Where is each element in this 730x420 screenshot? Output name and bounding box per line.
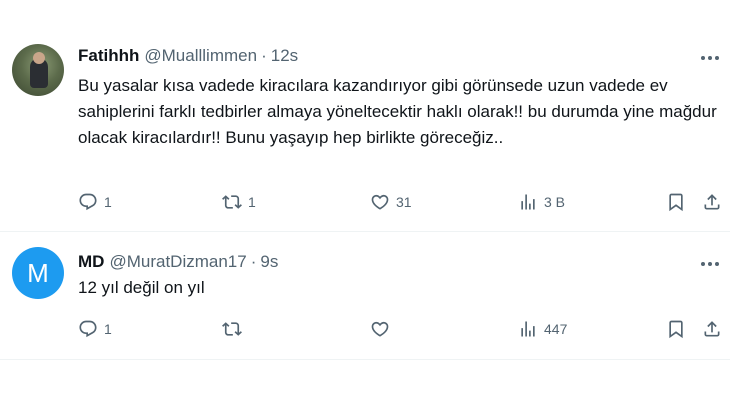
retweet-button[interactable]: 1 [222,192,256,212]
tweet-header: MD @MuratDizman17 · 9s [78,252,278,272]
tweet[interactable]: Fatihhh @Mualllimmen · 12s Bu yasalar kı… [0,0,730,232]
retweet-count: 1 [248,194,256,210]
avatar-head [33,52,45,64]
action-bar: 1 447 [78,319,730,343]
like-button[interactable]: 31 [370,192,412,212]
views-button[interactable]: 3 B [518,192,565,212]
reply-icon [79,193,97,211]
share-button[interactable] [702,319,722,339]
share-icon [704,194,720,210]
author-name[interactable]: Fatihhh [78,46,139,66]
views-icon [521,321,535,337]
separator-dot: · [250,252,257,271]
reply-count: 1 [104,194,112,210]
author-handle[interactable]: @MuratDizman17 [109,252,246,272]
tweet-text: 12 yıl değil on yıl [78,278,205,297]
like-button[interactable] [370,319,396,339]
like-icon [371,321,389,337]
author-name[interactable]: MD [78,252,104,272]
bookmark-button[interactable] [666,192,686,212]
retweet-button[interactable] [222,319,248,339]
timestamp[interactable]: 9s [260,252,278,272]
tweet-text: Bu yasalar kısa vadede kiracılara kazand… [78,76,717,147]
author-handle[interactable]: @Mualllimmen [144,46,257,66]
bookmark-icon [669,193,683,212]
avatar[interactable] [12,44,64,96]
share-icon [704,321,720,337]
action-bar: 1 1 31 3 B [78,192,730,216]
avatar[interactable]: M [12,247,64,299]
view-count: 3 B [544,194,566,210]
more-icon[interactable] [698,48,722,68]
reply-icon [79,320,97,338]
like-count: 31 [396,194,412,210]
timestamp[interactable]: 12s [271,46,298,66]
reply-count: 1 [104,321,112,337]
view-count: 447 [544,321,568,337]
like-icon [371,194,389,210]
retweet-icon [222,195,242,209]
reply-button[interactable]: 1 [78,319,112,339]
more-icon[interactable] [698,254,722,274]
retweet-icon [222,322,242,336]
bookmark-button[interactable] [666,319,686,339]
share-button[interactable] [702,192,722,212]
separator-dot: · [261,46,267,65]
bookmark-icon [669,320,683,339]
tweet-header: Fatihhh @Mualllimmen · 12s [78,46,298,66]
views-icon [521,194,535,210]
views-button[interactable]: 447 [518,319,567,339]
tweet[interactable]: M MD @MuratDizman17 · 9s 12 yıl değil on… [0,232,730,360]
reply-button[interactable]: 1 [78,192,112,212]
